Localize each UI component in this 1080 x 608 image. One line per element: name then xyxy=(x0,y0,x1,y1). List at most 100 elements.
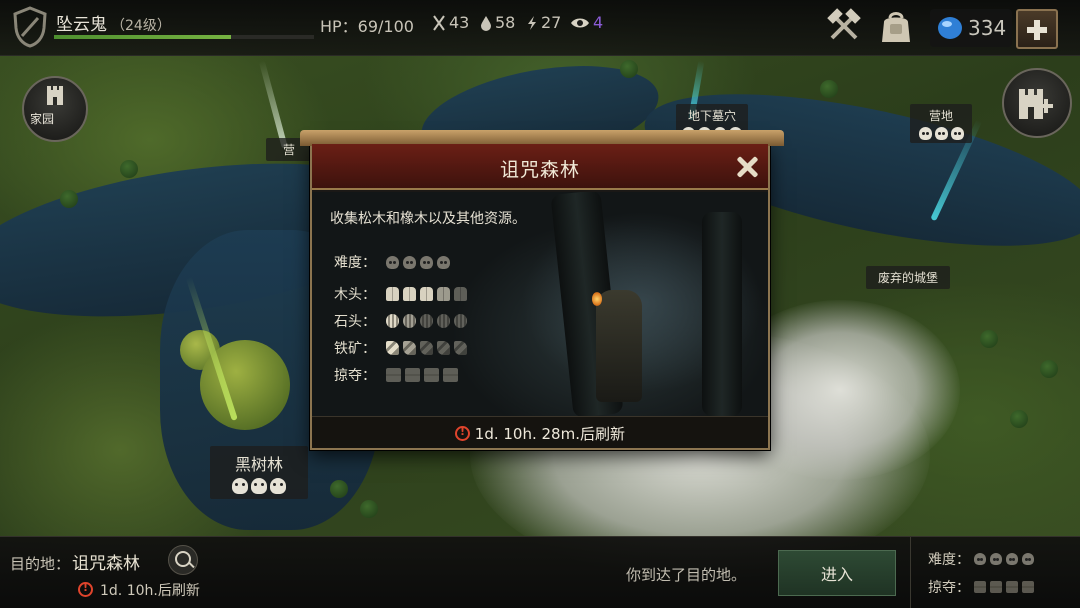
stone-icon xyxy=(403,314,416,328)
skull-icon xyxy=(403,255,416,269)
dialog-description: 收集松木和橡木以及其他资源。 xyxy=(330,211,526,227)
difficulty-skulls xyxy=(916,127,966,140)
difficulty-summary-label: 难度： xyxy=(928,552,970,568)
search-location-button[interactable] xyxy=(168,545,198,575)
xp-bar xyxy=(54,35,314,39)
loot-icon xyxy=(443,368,458,382)
hp-value: HP：69/100 xyxy=(320,17,414,36)
row-label: 难度： xyxy=(334,255,376,271)
location-dialog: 诅咒森林 收集松木和橡木以及其他资源。 难度： 木头： 石头： 铁矿： 掠夺： xyxy=(300,130,784,450)
stone-icon xyxy=(420,314,433,328)
wood-icon xyxy=(403,287,416,301)
torch-flame xyxy=(592,292,602,306)
arrival-message: 你到达了目的地。 xyxy=(626,566,747,584)
build-castle-button[interactable] xyxy=(1002,68,1072,138)
hp-stat: HP：69/100 xyxy=(320,13,414,37)
destination: 目的地： 诅咒森林 xyxy=(10,549,140,574)
tree xyxy=(1040,360,1058,378)
difficulty-summary: 难度： xyxy=(928,549,1034,569)
skull-icon xyxy=(918,127,932,140)
skull-icon xyxy=(1006,553,1018,565)
skull-icon xyxy=(1022,553,1034,565)
wood-icon xyxy=(454,287,467,301)
loot-icon xyxy=(990,581,1002,593)
destination-refresh-text: 1d. 10h.后刷新 xyxy=(100,583,200,599)
refresh-text: 1d. 10h. 28m.后刷新 xyxy=(474,425,625,443)
enter-button[interactable]: 进入 xyxy=(778,550,896,596)
tree xyxy=(820,80,838,98)
loot-icon xyxy=(424,368,439,382)
xp-bar-fill xyxy=(54,35,231,39)
skull-icon xyxy=(270,478,286,494)
crafting-hammers-icon[interactable] xyxy=(824,8,864,48)
tree xyxy=(60,190,78,208)
loot-row: 掠夺： xyxy=(334,365,458,385)
skull-icon xyxy=(934,127,948,140)
eye-icon xyxy=(571,18,589,27)
water-stat: 58 xyxy=(480,13,515,32)
top-bar: 坠云鬼 （24级） HP：69/100 43 58 27 4 334 xyxy=(0,0,1080,56)
energy-stat: 27 xyxy=(526,13,561,32)
bottom-bar: 目的地：诅咒森林 1d. 10h.后刷新 你到达了目的地。 进入 难度： 掠夺： xyxy=(0,536,1080,608)
wood-icon xyxy=(437,287,450,301)
loot-icon xyxy=(386,368,401,382)
home-label: 家园 xyxy=(30,112,55,126)
castle-plus-icon xyxy=(1019,89,1053,119)
location-label[interactable]: 废弃的城堡 xyxy=(866,266,950,289)
ore-row: 铁矿： xyxy=(334,338,467,358)
ore-icon xyxy=(454,341,467,355)
dialog-footer: 1d. 10h. 28m.后刷新 xyxy=(312,416,768,448)
row-label: 铁矿： xyxy=(334,341,376,357)
skull-icon xyxy=(437,255,450,269)
warning-icon xyxy=(455,425,470,441)
stone-icon xyxy=(437,314,450,328)
tree xyxy=(120,160,138,178)
skull-icon xyxy=(420,255,433,269)
tree xyxy=(330,480,348,498)
destination-label: 目的地： xyxy=(10,555,71,573)
light-beam xyxy=(258,60,288,149)
home-button[interactable] xyxy=(22,76,88,142)
warrior-figure xyxy=(596,290,642,402)
skull-icon xyxy=(950,127,964,140)
wood-icon xyxy=(386,287,399,301)
skull-icon xyxy=(386,255,399,269)
skull-icon xyxy=(251,478,267,494)
warning-icon xyxy=(78,581,93,597)
player-name-row[interactable]: 坠云鬼 （24级） xyxy=(56,10,171,35)
close-icon[interactable] xyxy=(732,152,762,182)
loot-icon xyxy=(974,581,986,593)
skull-icon xyxy=(990,553,1002,565)
location-label[interactable]: 营地 xyxy=(910,104,972,143)
tree xyxy=(1010,410,1028,428)
tree xyxy=(980,330,998,348)
refresh-timer: 1d. 10h. 28m.后刷新 xyxy=(312,423,768,444)
row-label: 石头： xyxy=(334,314,376,330)
energy-value: 27 xyxy=(541,13,562,32)
castle-icon xyxy=(47,86,63,105)
tree-trunk xyxy=(702,212,742,416)
stone-row: 石头： xyxy=(334,311,467,331)
ore-icon xyxy=(437,341,450,355)
skull-icon xyxy=(232,478,248,494)
location-label[interactable]: 黑树林 xyxy=(210,446,308,499)
stone-icon xyxy=(454,314,467,328)
add-gems-button[interactable] xyxy=(1016,9,1058,49)
destination-refresh: 1d. 10h.后刷新 xyxy=(100,580,200,600)
vision-stat: 4 xyxy=(570,13,603,32)
loot-icon xyxy=(1006,581,1018,593)
ore-icon xyxy=(403,341,416,355)
player-name: 坠云鬼 xyxy=(56,15,107,35)
ore-icon xyxy=(386,341,399,355)
dialog-title: 诅咒森林 xyxy=(499,159,580,181)
wood-icon xyxy=(420,287,433,301)
row-label: 掠夺： xyxy=(334,368,376,384)
shield-icon xyxy=(13,6,47,48)
row-label: 木头： xyxy=(334,287,376,303)
water-value: 58 xyxy=(495,13,516,32)
loot-summary: 掠夺： xyxy=(928,577,1034,597)
divider xyxy=(910,537,911,608)
backpack-icon[interactable] xyxy=(876,8,916,48)
stone-icon xyxy=(386,314,399,328)
gem-icon xyxy=(938,17,962,39)
